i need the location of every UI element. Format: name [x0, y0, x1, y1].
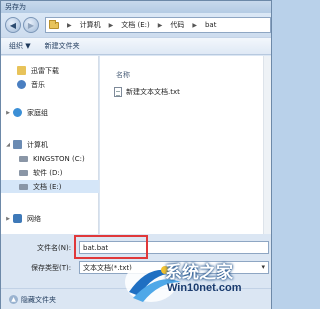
chevron-right-icon: ▶ [192, 21, 197, 29]
footer: ▲ 隐藏文件夹 [1, 288, 271, 309]
nav-item-label: 网络 [27, 214, 41, 223]
expand-arrow-icon[interactable]: ▶ [5, 216, 11, 222]
breadcrumb-computer[interactable]: 计算机 [80, 20, 101, 30]
nav-item-label: 文档 (E:) [33, 182, 62, 191]
save-as-dialog: 另存为 ◀ ▶ ▶ 计算机 ▶ 文档 (E:) ▶ 代码 ▶ bat 组织 ▼ … [0, 0, 272, 309]
nav-item-label: 音乐 [31, 80, 45, 89]
save-form: 文件名(N): bat.bat 保存类型(T): 文本文档(*.txt) [1, 234, 271, 288]
nav-item-network[interactable]: ▶ 网络 [1, 212, 99, 225]
drive-icon [19, 169, 28, 176]
organize-button[interactable]: 组织 ▼ [9, 41, 31, 51]
folder-icon [49, 19, 59, 29]
homegroup-icon [13, 108, 22, 117]
nav-item-homegroup[interactable]: ▶ 家庭组 [1, 106, 99, 119]
nav-item-label: 计算机 [27, 140, 48, 149]
highlight-box [74, 235, 148, 259]
expand-arrow-icon[interactable]: ▶ [5, 110, 11, 116]
nav-item-drive-c[interactable]: KINGSTON (C:) [1, 152, 99, 165]
list-item[interactable]: 新建文本文档.txt [114, 87, 180, 97]
nav-item-label: KINGSTON (C:) [33, 154, 85, 163]
nav-item-label: 软件 (D:) [33, 168, 63, 177]
file-list[interactable]: 名称 新建文本文档.txt [100, 56, 271, 234]
network-icon [13, 214, 22, 223]
back-button[interactable]: ◀ [5, 17, 21, 33]
nav-item-drive-e[interactable]: 文档 (E:) [1, 180, 99, 193]
collapse-arrow-icon[interactable]: ◢ [5, 142, 11, 148]
music-icon [17, 80, 26, 89]
download-folder-icon [17, 66, 26, 75]
breadcrumb-drive-e[interactable]: 文档 (E:) [121, 20, 149, 30]
window-title: 另存为 [5, 3, 26, 11]
chevron-up-icon: ▲ [9, 295, 18, 304]
breadcrumb-code[interactable]: 代码 [170, 20, 184, 30]
nav-item-label: 迅雷下载 [31, 66, 59, 75]
chevron-right-icon: ▶ [67, 21, 72, 29]
title-bar: 另存为 [1, 1, 271, 13]
back-arrow-icon: ◀ [9, 20, 17, 30]
forward-arrow-icon: ▶ [27, 20, 35, 30]
text-file-icon [114, 87, 122, 97]
drive-icon [19, 183, 28, 190]
nav-item-label: 家庭组 [27, 108, 48, 117]
nav-item-music[interactable]: 音乐 [1, 78, 99, 91]
nav-item-drive-d[interactable]: 软件 (D:) [1, 166, 99, 179]
hide-folders-label: 隐藏文件夹 [21, 295, 56, 304]
column-header-name[interactable]: 名称 [116, 70, 130, 80]
vertical-scrollbar[interactable] [263, 56, 271, 234]
address-bar[interactable]: ▶ 计算机 ▶ 文档 (E:) ▶ 代码 ▶ bat [45, 17, 271, 33]
new-folder-button[interactable]: 新建文件夹 [45, 41, 80, 51]
drive-icon [19, 155, 28, 162]
filetype-value: 文本文档(*.txt) [83, 263, 132, 272]
toolbar: 组织 ▼ 新建文件夹 [1, 37, 271, 55]
filetype-label: 保存类型(T): [31, 264, 72, 272]
forward-button[interactable]: ▶ [23, 17, 39, 33]
chevron-right-icon: ▶ [108, 21, 114, 29]
filetype-select[interactable]: 文本文档(*.txt) [79, 261, 269, 274]
file-name: 新建文本文档.txt [126, 88, 180, 96]
chevron-right-icon: ▶ [157, 21, 163, 29]
computer-icon [13, 140, 22, 149]
breadcrumb-bat[interactable]: bat [205, 21, 216, 29]
nav-item-computer[interactable]: ◢ 计算机 [1, 138, 99, 151]
filename-label: 文件名(N): [37, 244, 72, 252]
nav-item-downloads[interactable]: 迅雷下载 [1, 64, 99, 77]
hide-folders-button[interactable]: ▲ 隐藏文件夹 [9, 295, 56, 305]
address-row: ◀ ▶ ▶ 计算机 ▶ 文档 (E:) ▶ 代码 ▶ bat [1, 13, 271, 37]
